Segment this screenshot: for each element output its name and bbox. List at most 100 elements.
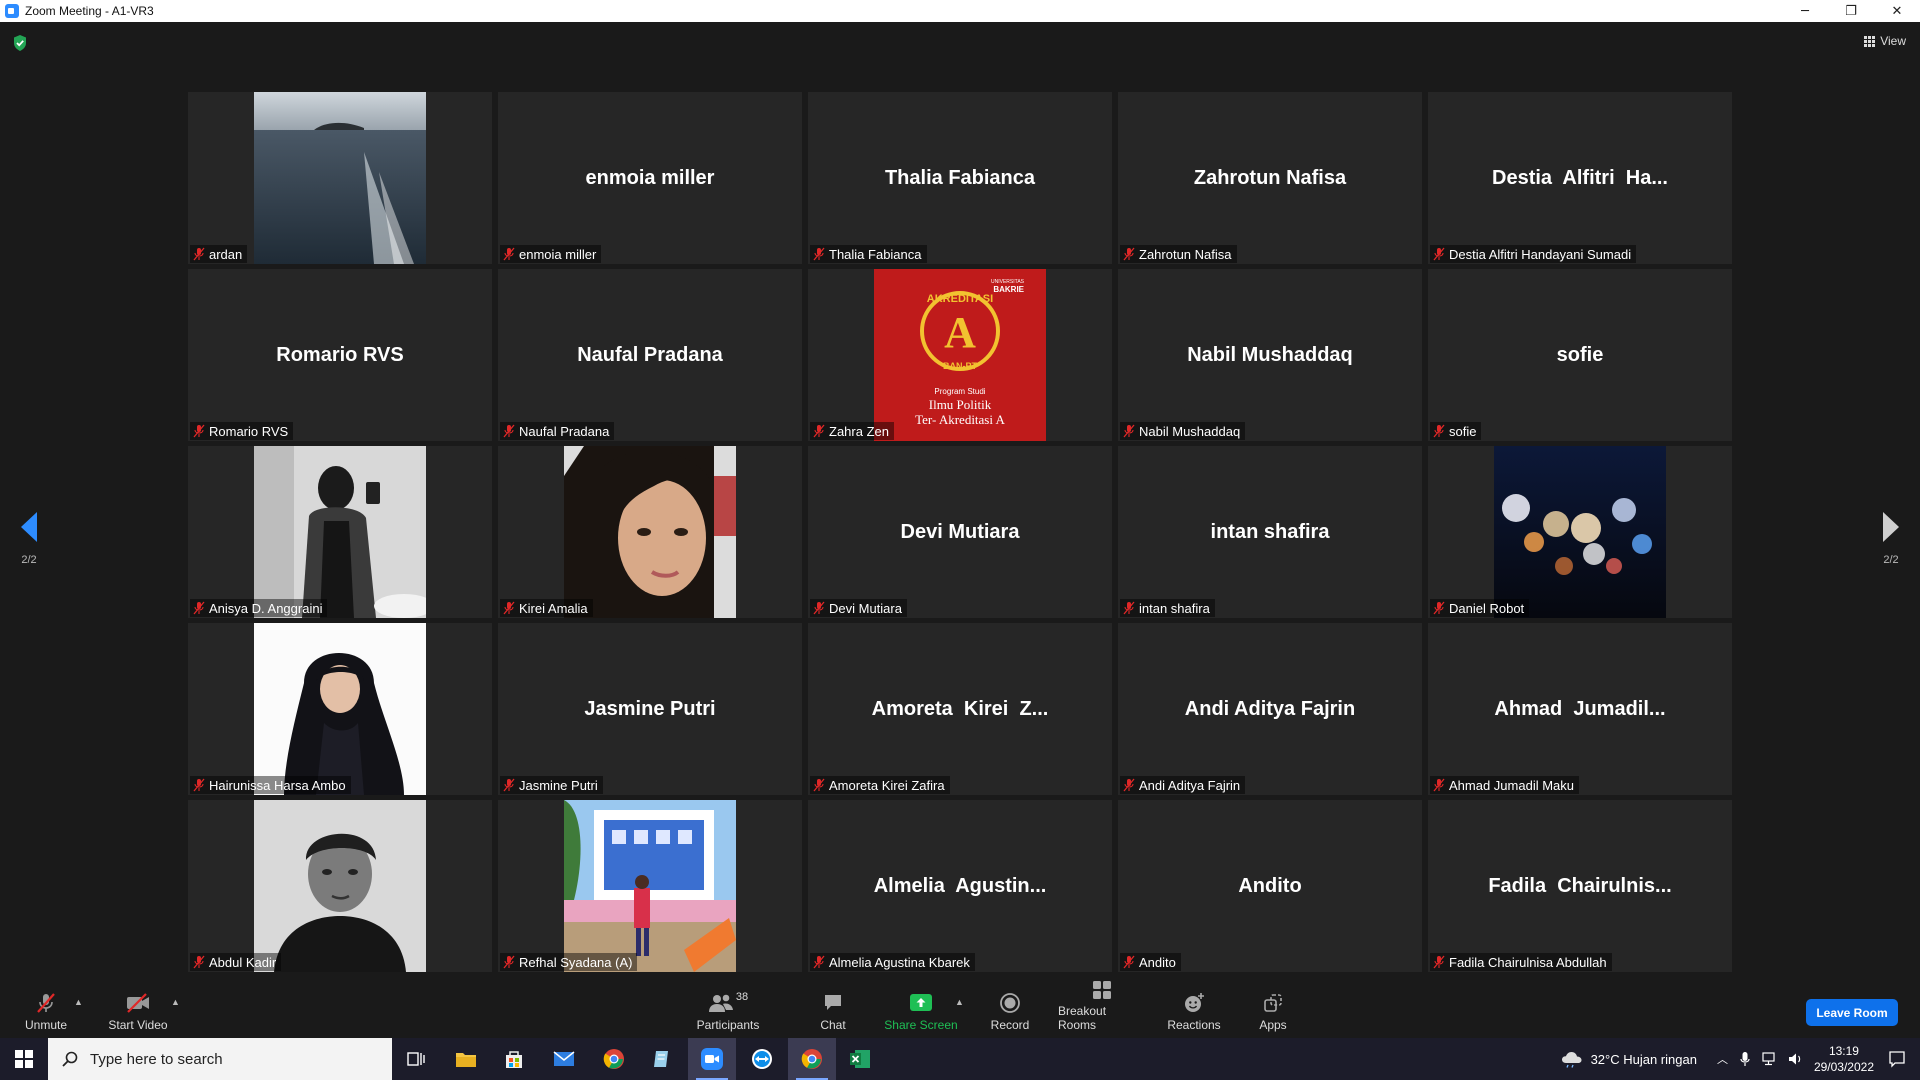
- participant-display-name: Amoreta Kirei Z...: [871, 697, 1049, 720]
- participant-tile[interactable]: Hairunissa Harsa Ambo: [188, 623, 492, 795]
- weather-text[interactable]: 32°C Hujan ringan: [1591, 1052, 1697, 1067]
- participant-tile[interactable]: Jasmine Putri Jasmine Putri: [498, 623, 802, 795]
- audio-options-caret[interactable]: ▲: [74, 997, 83, 1007]
- participant-tile[interactable]: Devi Mutiara Devi Mutiara: [808, 446, 1112, 618]
- taskbar-chrome-active[interactable]: [788, 1038, 836, 1080]
- search-icon: [62, 1051, 78, 1067]
- start-video-button[interactable]: Start Video: [106, 986, 170, 1038]
- taskbar-search-box[interactable]: Type here to search: [48, 1038, 392, 1080]
- participant-name: Thalia Fabianca: [829, 246, 922, 262]
- previous-page-button[interactable]: 2/2: [9, 512, 49, 566]
- next-page-button[interactable]: 2/2: [1871, 512, 1911, 566]
- leave-room-button[interactable]: Leave Room: [1806, 999, 1898, 1026]
- restore-button[interactable]: ❐: [1828, 0, 1874, 22]
- participant-video-feed: A AKREDITASI BAN-PT UNIVERSITAS BAKRIE Progra…: [874, 269, 1046, 441]
- participant-display-name: Andi Aditya Fajrin: [1184, 697, 1356, 720]
- chevron-up-icon[interactable]: ︿: [1717, 1051, 1728, 1067]
- store-bag-icon: [506, 1051, 522, 1068]
- participant-tile[interactable]: intan shafira intan shafira: [1118, 446, 1422, 618]
- participant-name-label: Devi Mutiara: [810, 599, 907, 617]
- breakout-rooms-icon: [1091, 979, 1113, 1001]
- share-options-caret[interactable]: ▲: [955, 997, 964, 1007]
- taskbar-zoom[interactable]: [688, 1038, 736, 1080]
- participant-name-label: intan shafira: [1120, 599, 1215, 617]
- windows-logo-icon: [15, 1050, 33, 1068]
- grid-view-icon: [1864, 35, 1876, 47]
- close-button[interactable]: ✕: [1874, 0, 1920, 22]
- participant-name: Anisya D. Anggraini: [209, 600, 323, 616]
- participant-display-name: Andito: [1238, 874, 1302, 897]
- breakout-rooms-button[interactable]: Breakout Rooms: [1058, 981, 1146, 1038]
- participant-tile[interactable]: Andi Aditya Fajrin Andi Aditya Fajrin: [1118, 623, 1422, 795]
- participant-tile[interactable]: Zahrotun Nafisa Zahrotun Nafisa: [1118, 92, 1422, 264]
- participant-tile[interactable]: Amoreta Kirei Z... Amoreta Kirei Zafira: [808, 623, 1112, 795]
- participant-tile[interactable]: Nabil Mushaddaq Nabil Mushaddaq: [1118, 269, 1422, 441]
- muted-mic-icon: [1433, 424, 1445, 438]
- participant-tile[interactable]: Destia Alfitri Ha... Destia Alfitri Handa…: [1428, 92, 1732, 264]
- record-button[interactable]: Record: [988, 986, 1032, 1038]
- participant-tile[interactable]: Ahmad Jumadil... Ahmad Jumadil Maku: [1428, 623, 1732, 795]
- participant-tile[interactable]: enmoia miller enmoia miller: [498, 92, 802, 264]
- participant-tile[interactable]: sofie sofie: [1428, 269, 1732, 441]
- participant-tile[interactable]: Abdul Kadir: [188, 800, 492, 972]
- participant-video-feed: [254, 800, 426, 972]
- participant-display-name: Jasmine Putri: [584, 697, 716, 720]
- chrome-icon: [801, 1049, 822, 1069]
- taskbar-chrome[interactable]: [590, 1038, 638, 1080]
- participants-button[interactable]: 38 Participants: [692, 986, 764, 1038]
- taskbar-mail[interactable]: [540, 1038, 588, 1080]
- video-options-caret[interactable]: ▲: [171, 997, 180, 1007]
- taskbar-notes-app[interactable]: [638, 1038, 686, 1080]
- participant-tile[interactable]: Almelia Agustin... Almelia Agustina Kbare…: [808, 800, 1112, 972]
- participant-tile[interactable]: Kirei Amalia: [498, 446, 802, 618]
- meeting-area: View 2/2 2/2 ardan enmoia miller enmoia mi…: [0, 22, 1920, 1038]
- participant-name-label: Fadila Chairulnisa Abdullah: [1430, 953, 1612, 971]
- share-screen-button[interactable]: Share Screen: [884, 986, 958, 1038]
- participant-tile[interactable]: Refhal Syadana (A): [498, 800, 802, 972]
- apps-button[interactable]: Apps: [1255, 986, 1291, 1038]
- participant-tile[interactable]: Fadila Chairulnis... Fadila Chairulnisa A…: [1428, 800, 1732, 972]
- participant-tile[interactable]: ardan: [188, 92, 492, 264]
- taskbar-excel[interactable]: [836, 1038, 884, 1080]
- participant-tile[interactable]: Daniel Robot: [1428, 446, 1732, 618]
- poster-grade: A: [944, 308, 976, 357]
- view-button[interactable]: View: [1864, 34, 1906, 48]
- participant-display-name: Fadila Chairulnis...: [1488, 874, 1672, 897]
- chat-bubble-icon: [822, 991, 844, 1015]
- participant-tile[interactable]: Naufal Pradana Naufal Pradana: [498, 269, 802, 441]
- start-button[interactable]: [0, 1038, 48, 1080]
- folder-icon: [456, 1053, 476, 1067]
- clock-time: 13:19: [1828, 1044, 1859, 1058]
- search-placeholder: Type here to search: [90, 1050, 223, 1068]
- security-shield-icon[interactable]: [12, 34, 28, 52]
- minimize-button[interactable]: ─: [1782, 0, 1828, 22]
- muted-mic-icon: [503, 955, 515, 969]
- participant-display-name: Ahmad Jumadil...: [1494, 697, 1666, 720]
- participants-label: Participants: [696, 1018, 760, 1032]
- participant-tile[interactable]: Thalia Fabianca Thalia Fabianca: [808, 92, 1112, 264]
- participant-tile[interactable]: Romario RVS Romario RVS: [188, 269, 492, 441]
- participant-tile[interactable]: Andito Andito: [1118, 800, 1422, 972]
- reactions-label: Reactions: [1167, 1018, 1221, 1032]
- arrow-left-icon: [21, 512, 37, 542]
- muted-mic-icon: [1123, 955, 1135, 969]
- taskbar-clock[interactable]: 13:19 29/03/2022: [1814, 1043, 1874, 1075]
- unmute-button[interactable]: Unmute: [18, 986, 74, 1038]
- participant-display-name: Zahrotun Nafisa: [1193, 166, 1347, 189]
- record-label: Record: [990, 1018, 1030, 1032]
- muted-mic-icon: [813, 955, 825, 969]
- participant-tile[interactable]: Anisya D. Anggraini: [188, 446, 492, 618]
- poster-line3: Ter- Akreditasi A: [915, 412, 1005, 427]
- taskbar-file-explorer[interactable]: [442, 1038, 490, 1080]
- muted-mic-icon: [193, 424, 205, 438]
- chat-button[interactable]: Chat: [812, 986, 854, 1038]
- taskbar-teamviewer[interactable]: [738, 1038, 786, 1080]
- participant-name-label: Romario RVS: [190, 422, 294, 440]
- participant-tile[interactable]: A AKREDITASI BAN-PT UNIVERSITAS BAKRIE Progra…: [808, 269, 1112, 441]
- participant-video-feed: [254, 623, 426, 795]
- task-view-button[interactable]: [392, 1038, 440, 1080]
- participant-name: enmoia miller: [519, 246, 597, 262]
- reactions-button[interactable]: Reactions: [1165, 986, 1223, 1038]
- participant-name-label: Naufal Pradana: [500, 422, 615, 440]
- taskbar-store[interactable]: [490, 1038, 538, 1080]
